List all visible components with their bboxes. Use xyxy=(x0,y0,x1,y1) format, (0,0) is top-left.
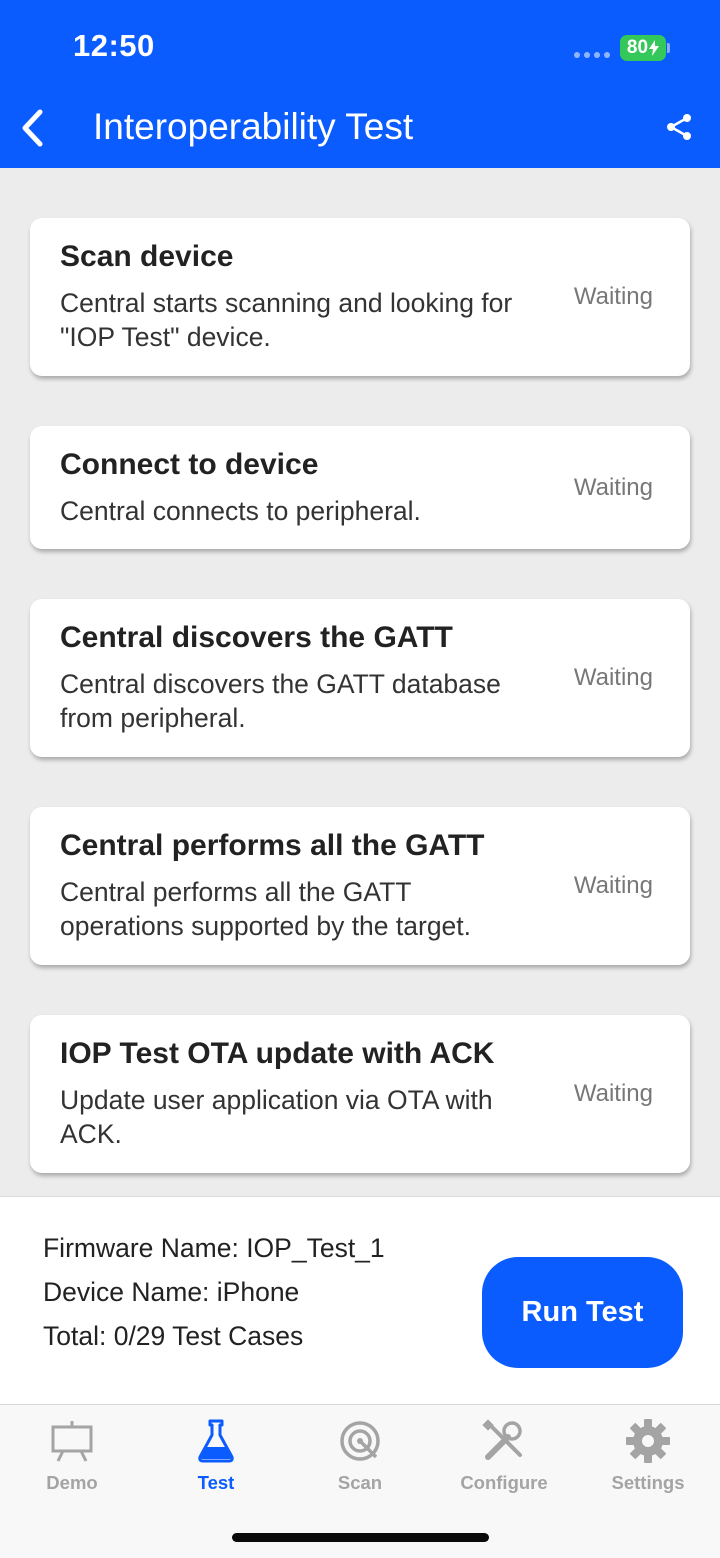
share-button[interactable] xyxy=(660,108,698,146)
test-description: Central connects to peripheral. xyxy=(60,496,421,526)
test-card-scan-device[interactable]: Scan device Central starts scanning and … xyxy=(30,218,690,376)
page-title: Interoperability Test xyxy=(93,106,414,147)
firmware-name: Firmware Name: IOP_Test_1 xyxy=(43,1233,385,1263)
test-description: Update user application via OTA with ACK… xyxy=(60,1085,493,1149)
test-summary-panel: Firmware Name: IOP_Test_1 Device Name: i… xyxy=(0,1196,720,1404)
flask-icon xyxy=(198,1419,234,1463)
app-header: 12:50 80 Interoperability Test xyxy=(0,0,720,168)
test-status: Waiting xyxy=(573,474,653,501)
test-title: Central performs all the GATT xyxy=(60,829,485,862)
test-card-ota-update-ack[interactable]: IOP Test OTA update with ACK Update user… xyxy=(30,1015,690,1173)
tab-label: Demo xyxy=(46,1472,98,1493)
run-test-button[interactable]: Run Test xyxy=(482,1257,683,1368)
battery-icon: 80 xyxy=(620,35,670,61)
test-title: Central discovers the GATT xyxy=(60,621,453,654)
screen: 12:50 80 Interoperability Test Scan devi… xyxy=(0,0,720,1558)
tab-demo[interactable]: Demo xyxy=(0,1405,144,1515)
test-status: Waiting xyxy=(573,872,653,899)
tab-label: Configure xyxy=(460,1472,548,1493)
tab-test[interactable]: Test xyxy=(144,1405,288,1515)
share-icon xyxy=(667,114,691,140)
tab-scan[interactable]: Scan xyxy=(288,1405,432,1515)
device-name: Device Name: iPhone xyxy=(43,1277,300,1307)
signal-icon xyxy=(574,52,610,58)
test-card-perform-gatt[interactable]: Central performs all the GATT Central pe… xyxy=(30,807,690,965)
battery-level: 80 xyxy=(626,37,649,58)
tab-configure[interactable]: Configure xyxy=(432,1405,576,1515)
test-card-discover-gatt[interactable]: Central discovers the GATT Central disco… xyxy=(30,599,690,757)
tab-settings[interactable]: Settings xyxy=(576,1405,720,1515)
status-time: 12:50 xyxy=(73,28,155,63)
charging-bolt-icon xyxy=(649,40,660,56)
test-card-connect-device[interactable]: Connect to device Central connects to pe… xyxy=(30,426,690,549)
test-title: IOP Test OTA update with ACK xyxy=(60,1037,495,1070)
tools-icon xyxy=(482,1419,522,1460)
test-status: Waiting xyxy=(573,664,653,691)
test-status: Waiting xyxy=(573,1080,653,1107)
tab-label: Scan xyxy=(337,1472,383,1493)
tab-label: Settings xyxy=(611,1472,685,1493)
gear-icon xyxy=(626,1419,670,1463)
test-description: Central starts scanning and looking for … xyxy=(60,288,513,352)
total-test-cases: Total: 0/29 Test Cases xyxy=(43,1321,304,1351)
back-button[interactable] xyxy=(10,104,54,152)
home-indicator xyxy=(232,1533,489,1542)
test-description: Central discovers the GATT database from… xyxy=(60,669,501,733)
test-description: Central performs all the GATT operations… xyxy=(60,877,472,941)
test-case-list: Scan device Central starts scanning and … xyxy=(0,168,720,1196)
test-title: Connect to device xyxy=(60,448,319,481)
presentation-board-icon xyxy=(51,1421,93,1462)
chevron-left-icon xyxy=(22,109,43,147)
tab-label: Test xyxy=(197,1472,235,1493)
test-status: Waiting xyxy=(573,283,653,310)
target-scan-icon xyxy=(340,1421,380,1461)
test-title: Scan device xyxy=(60,240,234,273)
